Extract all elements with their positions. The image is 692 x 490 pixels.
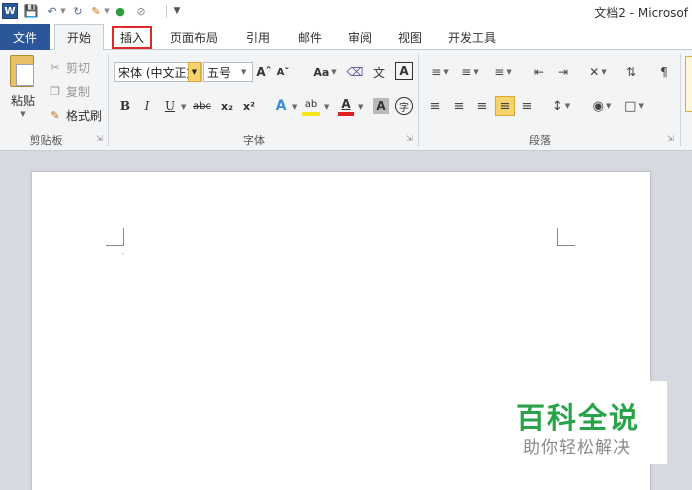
no-format-icon[interactable]: ⊘: [134, 3, 148, 19]
cut-label: 剪切: [66, 60, 91, 75]
paintbrush-dropdown-icon[interactable]: ▼: [104, 3, 110, 19]
font-name-dropdown-icon[interactable]: ▼: [188, 62, 201, 82]
line-spacing-button[interactable]: ↕ ▼: [548, 96, 574, 116]
italic-button[interactable]: I: [140, 96, 154, 116]
align-left-button[interactable]: ≡: [426, 96, 444, 116]
clipboard-launcher-icon[interactable]: ⇲: [96, 134, 103, 143]
font-color-button[interactable]: A: [338, 96, 354, 116]
cut-button[interactable]: ✂ 剪切: [48, 58, 98, 76]
font-color-dropdown-icon[interactable]: ▼: [358, 103, 363, 111]
bold-button[interactable]: B: [118, 96, 132, 116]
copy-label: 复制: [66, 84, 91, 99]
chevron-down-icon: ▼: [331, 68, 337, 76]
paintbrush-icon: ✎: [50, 108, 60, 122]
character-shading-button[interactable]: A: [373, 98, 389, 114]
strikethrough-button[interactable]: abc: [192, 96, 212, 116]
word-logo-icon[interactable]: W: [2, 3, 18, 19]
underline-dropdown-icon[interactable]: ▼: [181, 103, 186, 111]
tab-mailings[interactable]: 邮件: [290, 24, 330, 50]
superscript-button[interactable]: x²: [240, 96, 258, 116]
tab-review[interactable]: 审阅: [340, 24, 380, 50]
text-effect-button[interactable]: A: [272, 96, 290, 116]
align-center-button[interactable]: ≡: [450, 96, 468, 116]
distributed-button[interactable]: ≡: [518, 96, 536, 116]
clipboard-group-label: 剪贴板: [29, 134, 63, 147]
margin-corner-top-right: [557, 228, 575, 246]
show-marks-button[interactable]: ¶: [657, 62, 671, 82]
paragraph-launcher-icon[interactable]: ⇲: [667, 134, 674, 143]
window-title: 文档2 - Microsof: [594, 6, 688, 20]
font-size-dropdown-icon[interactable]: ▼: [241, 68, 246, 76]
bullets-button[interactable]: ≡ ▼: [428, 62, 452, 82]
text-effect-dropdown-icon[interactable]: ▼: [292, 103, 297, 111]
justify-button[interactable]: ≡: [495, 96, 515, 116]
group-separator: [418, 54, 419, 146]
paragraph-group-label: 段落: [529, 134, 551, 147]
highlight-button[interactable]: ab: [302, 96, 320, 116]
borders-button[interactable]: □ ▼: [620, 96, 648, 116]
tab-developer[interactable]: 开发工具: [440, 24, 504, 50]
align-right-button[interactable]: ≡: [473, 96, 491, 116]
format-painter-button[interactable]: ✎ 格式刷: [48, 106, 106, 124]
increase-indent-button[interactable]: ⇥: [554, 62, 572, 82]
paste-dropdown-icon[interactable]: ▼: [18, 109, 28, 119]
watermark-logo: 百科全说 助你轻松解决: [500, 381, 667, 464]
paste-button[interactable]: 粘贴: [8, 92, 38, 108]
shrink-font-button[interactable]: Aˇ: [276, 62, 290, 82]
ribbon-tab-bar: 文件 开始 插入 页面布局 引用 邮件 审阅 视图 开发工具: [0, 24, 692, 51]
quick-access-separator: [166, 5, 167, 18]
change-case-label: Aa: [313, 65, 330, 79]
tab-view[interactable]: 视图: [390, 24, 430, 50]
paste-icon[interactable]: [10, 55, 34, 87]
color-icon[interactable]: ●: [114, 3, 126, 19]
numbering-button[interactable]: ≡ ▼: [458, 62, 482, 82]
character-border-button[interactable]: A: [395, 62, 413, 80]
undo-icon[interactable]: ↶: [46, 3, 58, 19]
watermark-subtitle: 助你轻松解决: [523, 438, 631, 458]
title-bar: W 💾 ↶ ▼ ↻ ✎ ▼ ● ⊘ ▼ 文档2 - Microsof: [0, 0, 692, 24]
tab-page-layout[interactable]: 页面布局: [166, 24, 222, 50]
sort-button[interactable]: ⇅: [622, 62, 640, 82]
margin-corner-top-left: [106, 228, 124, 246]
save-icon[interactable]: 💾: [24, 3, 39, 19]
tab-insert[interactable]: 插入: [112, 26, 152, 49]
change-case-button[interactable]: Aa ▼: [310, 62, 340, 82]
font-launcher-icon[interactable]: ⇲: [406, 134, 413, 143]
group-separator: [108, 54, 109, 146]
styles-gallery-edge[interactable]: [685, 56, 692, 112]
highlight-dropdown-icon[interactable]: ▼: [324, 103, 329, 111]
watermark-title: 百科全说: [516, 401, 641, 435]
clear-format-button[interactable]: ⌫: [346, 62, 364, 82]
copy-icon: ❐: [50, 84, 60, 98]
tab-home[interactable]: 开始: [54, 24, 104, 51]
underline-button[interactable]: U: [163, 96, 177, 116]
font-group-label: 字体: [243, 134, 265, 147]
multilevel-list-button[interactable]: ≡ ▼: [490, 62, 516, 82]
grow-font-button[interactable]: Aˆ: [256, 62, 272, 82]
text-cursor-mark: ′: [122, 252, 124, 261]
paintbrush-icon[interactable]: ✎: [89, 3, 103, 19]
scissors-icon: ✂: [50, 60, 60, 74]
tab-references[interactable]: 引用: [238, 24, 278, 50]
ribbon: 粘贴 ▼ ✂ 剪切 ❐ 复制 ✎ 格式刷 剪贴板 ⇲ 宋体 (中文正文 ▼ 五号…: [0, 50, 692, 151]
format-painter-label: 格式刷: [66, 108, 103, 123]
tab-file[interactable]: 文件: [0, 24, 50, 50]
subscript-button[interactable]: x₂: [218, 96, 236, 116]
phonetic-guide-button[interactable]: 文: [369, 62, 389, 82]
decrease-indent-button[interactable]: ⇤: [530, 62, 548, 82]
redo-icon[interactable]: ↻: [72, 3, 84, 19]
undo-dropdown-icon[interactable]: ▼: [60, 3, 66, 19]
enclosed-character-button[interactable]: 字: [395, 97, 413, 115]
group-separator: [680, 54, 681, 146]
customize-quick-access-icon[interactable]: ▼: [173, 3, 181, 19]
chinese-layout-button[interactable]: ✕ ▼: [584, 62, 612, 82]
copy-button[interactable]: ❐ 复制: [48, 82, 98, 100]
paragraph-shading-button[interactable]: ◉ ▼: [590, 96, 614, 116]
